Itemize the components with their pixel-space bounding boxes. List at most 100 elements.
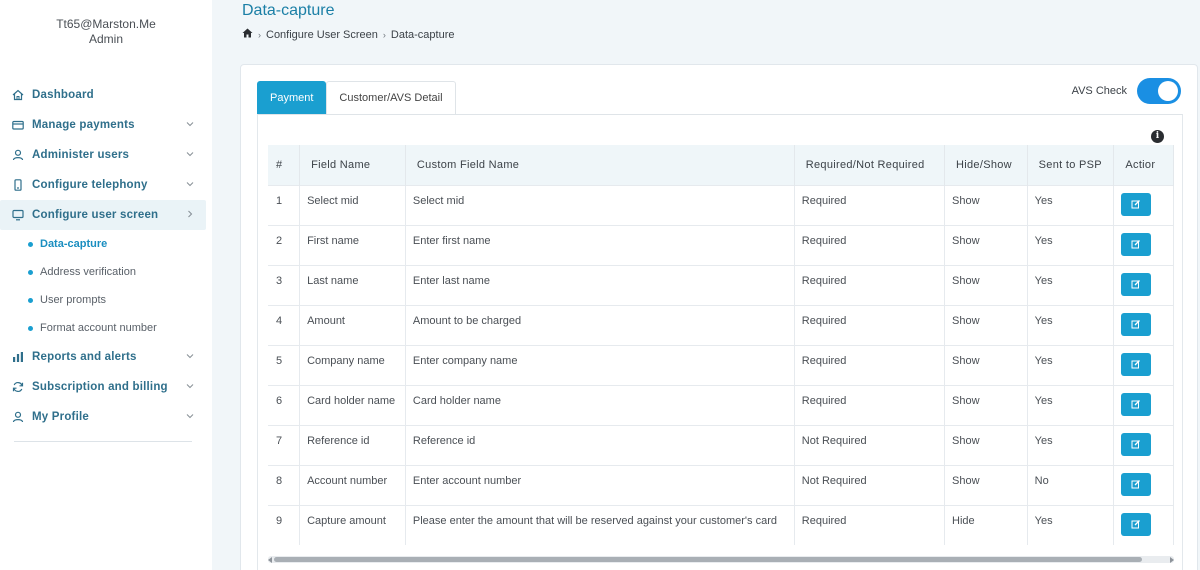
- avs-check-label: AVS Check: [1071, 85, 1127, 97]
- edit-button[interactable]: [1121, 472, 1152, 496]
- table-row: 2 First name Enter first name Required Show Y…: [268, 224, 1174, 265]
- column-header: #: [268, 145, 301, 185]
- column-header: Custom Field Name: [405, 145, 795, 185]
- edit-icon: [1131, 520, 1141, 529]
- table-cell: Amount: [299, 304, 406, 345]
- bar-chart-icon: [12, 351, 24, 363]
- avs-check: AVS Check: [1072, 78, 1181, 104]
- scroll-right-icon[interactable]: [1170, 557, 1174, 563]
- edit-button[interactable]: [1121, 512, 1152, 536]
- column-header: Field Name: [299, 145, 406, 185]
- sidebar-divider: [14, 441, 192, 442]
- table-scroll-area[interactable]: # Field Name Custom Field Name Required/…: [268, 145, 1174, 547]
- data-capture-card: Payment Customer/AVS Detail AVS Check i …: [240, 64, 1198, 570]
- sidebar-item-subscription-and-billing[interactable]: Subscription and billing: [0, 372, 212, 402]
- table-cell: 1: [268, 184, 301, 225]
- data-capture-table: # Field Name Custom Field Name Required/…: [268, 145, 1174, 545]
- horizontal-scrollbar[interactable]: [268, 556, 1174, 563]
- subitem-label: Data-capture: [40, 238, 108, 250]
- chevron-down-icon: [186, 182, 194, 187]
- column-header: Required/Not Required: [794, 145, 946, 185]
- table-cell: Show: [944, 464, 1028, 505]
- table-cell: Show: [944, 224, 1028, 265]
- edit-button[interactable]: [1121, 312, 1152, 336]
- edit-button[interactable]: [1121, 232, 1152, 256]
- chevron-down-icon: [186, 414, 194, 419]
- table-cell: 6: [268, 384, 301, 425]
- edit-button[interactable]: [1121, 272, 1152, 296]
- table-row: 3 Last name Enter last name Required Show Yes: [268, 264, 1174, 305]
- table-cell: Last name: [299, 264, 406, 305]
- table-cell: Required: [794, 504, 946, 545]
- monitor-icon: [12, 209, 24, 221]
- edit-button[interactable]: [1121, 192, 1152, 216]
- bullet-icon: [28, 297, 33, 303]
- bullet-icon: [28, 269, 33, 275]
- sidebar-nav: Dashboard Manage payments Administer use…: [0, 80, 212, 432]
- breadcrumb-item: Data-capture: [390, 28, 455, 41]
- bullet-icon: [28, 325, 33, 331]
- scroll-left-icon[interactable]: [268, 557, 272, 563]
- sidebar-item-dashboard[interactable]: Dashboard: [0, 80, 212, 110]
- table-cell: Yes: [1027, 304, 1115, 345]
- table-cell: Yes: [1027, 344, 1115, 385]
- table-cell: Card holder name: [299, 384, 406, 425]
- scrollbar-thumb[interactable]: [274, 557, 1142, 562]
- table-cell: 8: [268, 464, 301, 505]
- tab-customer-avs-detail[interactable]: Customer/AVS Detail: [326, 81, 456, 114]
- table-cell: Enter account number: [405, 464, 795, 505]
- table-cell: Show: [944, 264, 1028, 305]
- chevron-down-icon: [186, 354, 194, 359]
- subitem-format-account-number[interactable]: Format account number: [28, 314, 212, 342]
- sidebar-item-manage-payments[interactable]: Manage payments: [0, 110, 212, 140]
- user-email: Tt65@Marston.Me: [56, 17, 156, 31]
- edit-button[interactable]: [1121, 432, 1152, 456]
- table-cell: Show: [944, 304, 1028, 345]
- info-icon[interactable]: i: [1151, 130, 1164, 143]
- sidebar-item-configure-telephony[interactable]: Configure telephony: [0, 170, 212, 200]
- table-cell: Yes: [1027, 424, 1115, 465]
- sidebar-item-configure-user-screen[interactable]: Configure user screen: [0, 200, 206, 230]
- page-title: Data-capture: [242, 2, 335, 19]
- edit-icon: [1131, 240, 1141, 249]
- table-row: 6 Card holder name Card holder name Require…: [268, 384, 1174, 425]
- table-cell: Yes: [1027, 264, 1115, 305]
- subitem-user-prompts[interactable]: User prompts: [28, 286, 212, 314]
- table-cell: Yes: [1027, 384, 1115, 425]
- edit-button[interactable]: [1121, 352, 1152, 376]
- table-cell-action: [1113, 504, 1174, 545]
- table-header-row: # Field Name Custom Field Name Required/…: [268, 145, 1174, 185]
- sidebar-item-reports-and-alerts[interactable]: Reports and alerts: [0, 342, 212, 372]
- submenu-configure-user-screen: Data-capture Address verification User p…: [0, 230, 212, 342]
- subitem-address-verification[interactable]: Address verification: [28, 258, 212, 286]
- chevron-down-icon: [186, 152, 194, 157]
- table-cell-action: [1113, 304, 1174, 345]
- user-info: Tt65@Marston.Me Admin: [0, 17, 212, 47]
- edit-icon: [1131, 280, 1141, 289]
- edit-button[interactable]: [1121, 392, 1152, 416]
- sidebar: Tt65@Marston.Me Admin Dashboard Manage p…: [0, 0, 212, 570]
- table-row: 1 Select mid Select mid Required Show Yes: [268, 184, 1174, 225]
- column-header: Hide/Show: [944, 145, 1028, 185]
- home-icon[interactable]: [242, 28, 253, 41]
- sidebar-item-label: Manage payments: [32, 119, 135, 131]
- breadcrumb: › Configure User Screen › Data-capture: [242, 28, 454, 41]
- table-cell: 2: [268, 224, 301, 265]
- table-cell: Enter company name: [405, 344, 795, 385]
- sidebar-item-administer-users[interactable]: Administer users: [0, 140, 212, 170]
- refresh-icon: [12, 381, 24, 393]
- avs-check-toggle[interactable]: [1137, 78, 1181, 104]
- tab-payment[interactable]: Payment: [257, 81, 327, 114]
- table-cell: Yes: [1027, 184, 1115, 225]
- table-cell: Not Required: [794, 464, 946, 505]
- column-header: Sent to PSP: [1027, 145, 1115, 185]
- sidebar-item-label: Subscription and billing: [32, 381, 168, 393]
- table-cell: Capture amount: [299, 504, 406, 545]
- table-cell: Company name: [299, 344, 406, 385]
- sidebar-item-my-profile[interactable]: My Profile: [0, 402, 212, 432]
- subitem-data-capture[interactable]: Data-capture: [28, 230, 212, 258]
- edit-icon: [1131, 440, 1141, 449]
- home-icon: [12, 89, 24, 101]
- breadcrumb-item[interactable]: Configure User Screen: [266, 29, 378, 41]
- table-row: 4 Amount Amount to be charged Required Show Y…: [268, 304, 1174, 345]
